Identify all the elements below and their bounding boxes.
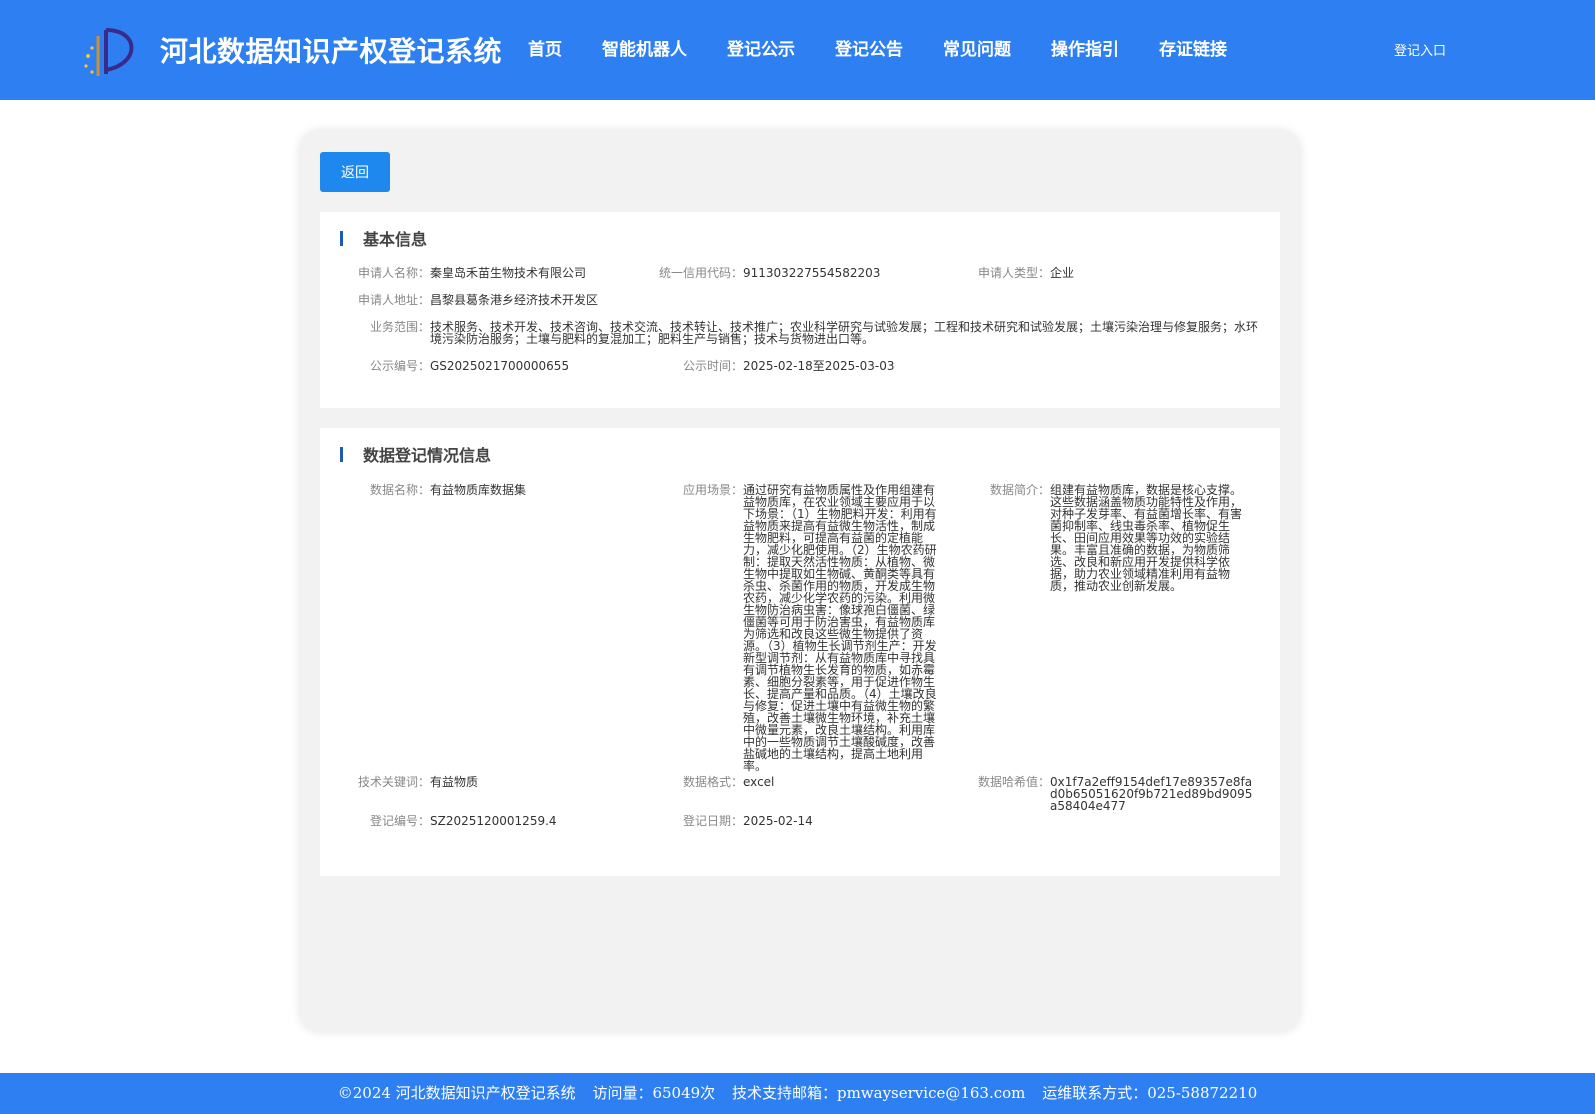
applicant-address: 昌黎县葛条港乡经济技术开发区 <box>430 293 599 307</box>
basic-info-section: 基本信息 申请人名称： 秦皇岛禾苗生物技术有限公司 统一信用代码： 911303… <box>320 212 1280 408</box>
footer-copyright: ©2024 河北数据知识产权登记系统 <box>337 1084 576 1102</box>
nav-home[interactable]: 首页 <box>528 35 562 60</box>
field-label: 数据哈希值： <box>977 775 1050 789</box>
applicant-type-field: 申请人类型： 企业 <box>960 267 1074 279</box>
field-label: 应用场景： <box>682 483 743 497</box>
site-title: 河北数据知识产权登记系统 <box>160 35 503 68</box>
data-name: 有益物质库数据集 <box>430 483 527 497</box>
scene-field: 应用场景： 通过研究有益物质属性及作用组建有益物质库，在农业领域主要应用于以下场… <box>640 484 940 772</box>
hash-field: 数据哈希值： 0x1f7a2eff9154def17e89357e8fad0b6… <box>960 776 1260 812</box>
field-label: 数据简介： <box>989 483 1050 497</box>
field-label: 登记编号： <box>369 814 430 828</box>
credit-code-field: 统一信用代码： 911303227554582203 <box>640 267 880 279</box>
field-label: 公示时间： <box>682 359 743 373</box>
section-bar <box>340 230 343 246</box>
credit-code: 911303227554582203 <box>743 266 881 280</box>
tech-keyword: 有益物质 <box>430 775 479 789</box>
field-label: 数据名称： <box>369 483 430 497</box>
applicant-name-field: 申请人名称： 秦皇岛禾苗生物技术有限公司 <box>340 267 586 279</box>
reg-no-field: 登记编号： SZ2025120001259.4 <box>340 815 557 827</box>
top-header: 河北数据知识产权登记系统 首页 智能机器人 登记公示 登记公告 常见问题 操作指… <box>0 0 1595 100</box>
section-bar <box>340 446 343 462</box>
field-label: 登记日期： <box>682 814 743 828</box>
data-intro: 组建有益物质库，数据是核心支撑。这些数据涵盖物质功能特性及作用，对种子发芽率、有… <box>1050 483 1243 593</box>
site-logo-icon[interactable] <box>82 26 138 78</box>
data-format: excel <box>743 775 775 789</box>
notice-time-field: 公示时间： 2025-02-18至2025-03-03 <box>640 359 895 373</box>
footer-visits: 访问量：65049次 <box>592 1084 716 1102</box>
section-header: 数据登记情况信息 <box>340 444 492 465</box>
nav-robot[interactable]: 智能机器人 <box>602 35 687 60</box>
field-label: 申请人地址： <box>357 293 430 307</box>
registration-number: SZ2025120001259.4 <box>430 814 557 828</box>
section-title: 数据登记情况信息 <box>363 446 492 465</box>
notice-number: GS2025021700000655 <box>430 359 570 373</box>
field-label: 公示编号： <box>369 359 430 373</box>
business-scope: 技术服务、技术开发、技术咨询、技术交流、技术转让、技术推广；农业科学研究与试验发… <box>430 320 1259 346</box>
registration-date: 2025-02-14 <box>743 814 813 828</box>
applicant-type: 企业 <box>1050 266 1075 280</box>
data-hash: 0x1f7a2eff9154def17e89357e8fad0b65051620… <box>1050 775 1253 813</box>
page-footer: ©2024 河北数据知识产权登记系统 访问量：65049次 技术支持邮箱：pmw… <box>0 1073 1595 1114</box>
detail-card: 返回 基本信息 申请人名称： 秦皇岛禾苗生物技术有限公司 统一信用代码： 911… <box>300 131 1300 1031</box>
data-name-field: 数据名称： 有益物质库数据集 <box>340 484 526 496</box>
nav-faq[interactable]: 常见问题 <box>943 35 1011 60</box>
nav-guide[interactable]: 操作指引 <box>1051 35 1119 60</box>
reg-date-field: 登记日期： 2025-02-14 <box>640 815 813 827</box>
data-registration-section: 数据登记情况信息 数据名称： 有益物质库数据集 应用场景： 通过研究有益物质属性… <box>320 428 1280 876</box>
intro-field: 数据简介： 组建有益物质库，数据是核心支撑。这些数据涵盖物质功能特性及作用，对种… <box>960 484 1260 592</box>
back-button[interactable]: 返回 <box>320 152 390 192</box>
keyword-field: 技术关键词： 有益物质 <box>340 776 478 788</box>
field-label: 统一信用代码： <box>658 266 743 280</box>
main-nav: 首页 智能机器人 登记公示 登记公告 常见问题 操作指引 存证链接 <box>528 35 1267 60</box>
address-field: 申请人地址： 昌黎县葛条港乡经济技术开发区 <box>340 294 598 306</box>
field-label: 技术关键词： <box>357 775 430 789</box>
field-label: 申请人名称： <box>357 266 430 280</box>
footer-contact: 运维联系方式：025-58872210 <box>1042 1084 1258 1102</box>
notice-time: 2025-02-18至2025-03-03 <box>743 359 895 373</box>
field-label: 申请人类型： <box>977 266 1050 280</box>
section-header: 基本信息 <box>340 228 428 249</box>
login-link[interactable]: 登记入口 <box>1394 40 1446 59</box>
field-label: 业务范围： <box>369 320 430 334</box>
nav-announcement[interactable]: 登记公告 <box>835 35 903 60</box>
notice-no-field: 公示编号： GS2025021700000655 <box>340 360 569 372</box>
applicant-name: 秦皇岛禾苗生物技术有限公司 <box>430 266 587 280</box>
format-field: 数据格式： excel <box>640 776 774 788</box>
footer-email: 技术支持邮箱：pmwayservice@163.com <box>731 1084 1026 1102</box>
field-label: 数据格式： <box>682 775 743 789</box>
application-scene: 通过研究有益物质属性及作用组建有益物质库，在农业领域主要应用于以下场景：（1）生… <box>743 483 937 773</box>
section-title: 基本信息 <box>363 230 428 249</box>
nav-chain-link[interactable]: 存证链接 <box>1159 35 1227 60</box>
nav-publicity[interactable]: 登记公示 <box>727 35 795 60</box>
scope-field: 业务范围： 技术服务、技术开发、技术咨询、技术交流、技术转让、技术推广；农业科学… <box>340 321 1280 345</box>
